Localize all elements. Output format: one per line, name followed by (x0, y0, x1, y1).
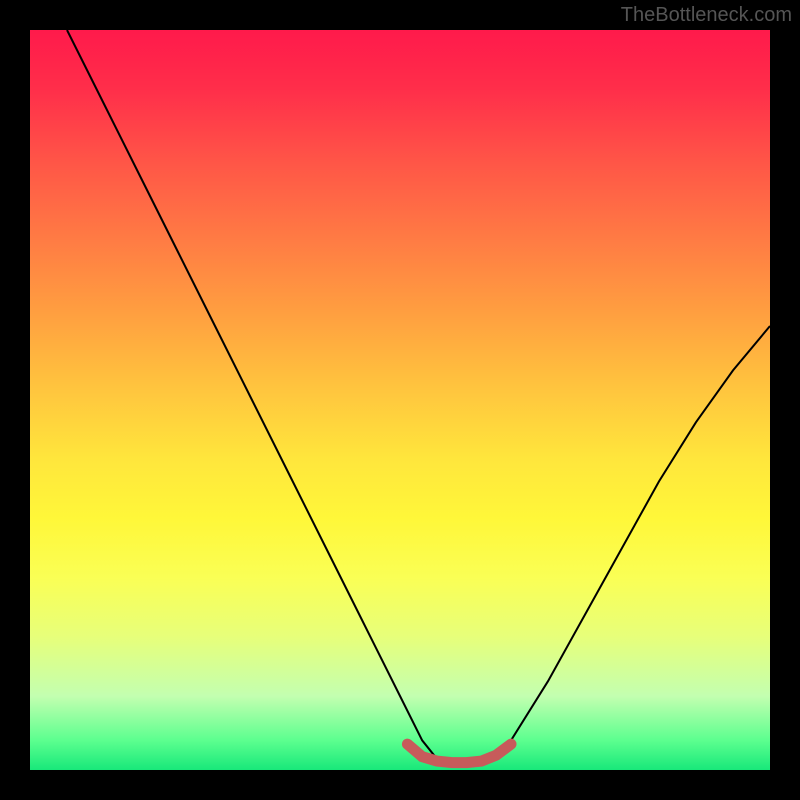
chart-svg (30, 30, 770, 770)
chart-plot-area (30, 30, 770, 770)
bottleneck-curve (67, 30, 770, 763)
watermark-text: TheBottleneck.com (621, 4, 792, 27)
optimal-zone-marker (407, 744, 511, 763)
